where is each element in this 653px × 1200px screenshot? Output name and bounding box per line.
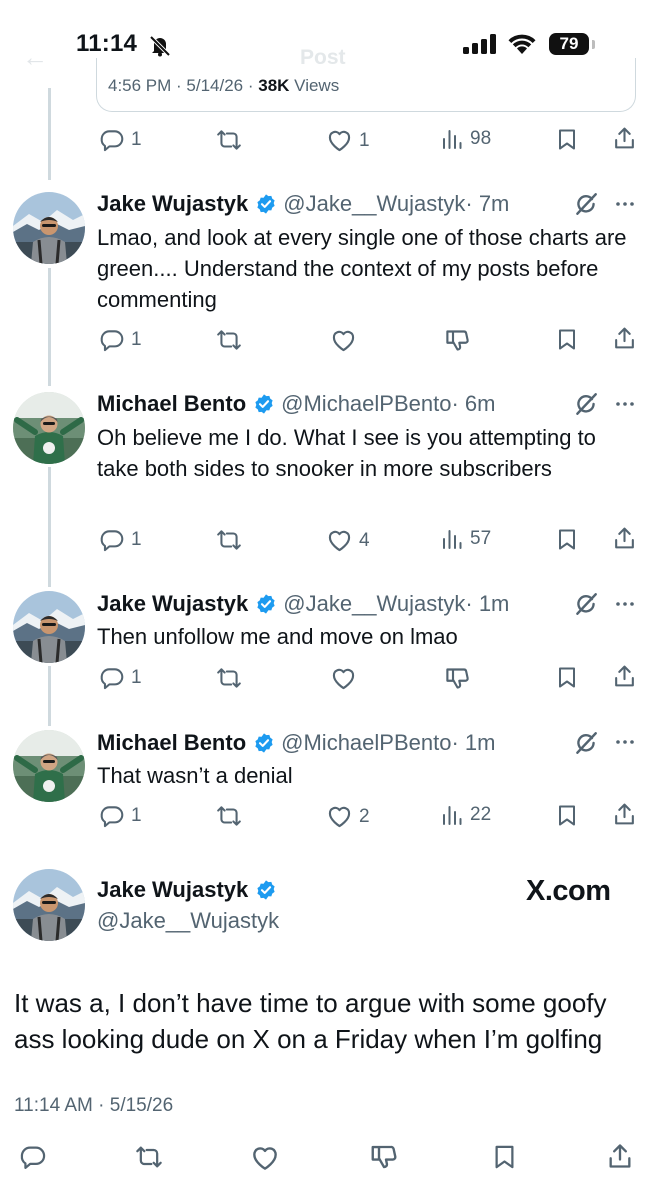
more-options-icon[interactable] [613,392,637,416]
reply-button[interactable]: 1 [99,527,142,553]
share-button[interactable] [612,801,637,827]
verified-badge-icon [253,732,275,754]
back-arrow-icon[interactable]: ← [22,42,48,73]
repost-button[interactable] [216,665,242,691]
post-text: It was a, I don’t have time to argue wit… [14,988,607,1054]
share-button[interactable] [612,325,637,351]
verified-badge-icon [253,393,275,415]
repost-button[interactable] [216,527,242,553]
thread-line [48,88,51,180]
avatar[interactable] [13,192,85,264]
thread-line [48,666,51,726]
author-handle[interactable]: @Jake__Wujastyk [283,591,465,617]
quoted-post-meta: 4:56 PM · 5/14/26 · 38K Views [108,76,340,95]
like-button[interactable] [250,1143,280,1173]
post-time: · 1m [465,591,510,616]
reply-button[interactable] [19,1143,47,1171]
wifi-icon [507,33,537,55]
author-name[interactable]: Jake Wujastyk [97,877,277,903]
bookmark-button[interactable] [555,127,579,152]
author-handle[interactable]: @Jake__Wujastyk [283,191,465,217]
avatar[interactable] [13,591,85,663]
bookmark-button[interactable] [555,527,579,552]
repost-button[interactable] [134,1143,164,1171]
views-button[interactable]: 57 [440,527,491,551]
author-name[interactable]: Michael Bento [97,391,246,417]
reply-button[interactable]: 1 [99,803,142,829]
grok-icon[interactable] [573,191,599,217]
post-text: Oh believe me I do. What I see is you at… [97,425,596,481]
downvote-button[interactable] [444,665,471,692]
downvote-button[interactable] [369,1142,399,1172]
more-options-icon[interactable] [613,192,637,216]
share-button[interactable] [612,125,637,151]
bookmark-button[interactable] [491,1143,518,1171]
battery-indicator: 79 [549,33,589,55]
post-text: Lmao, and look at every single one of th… [97,225,627,312]
like-button[interactable]: 4 [326,527,370,554]
thread-line [48,268,51,386]
x-com-watermark: X.com [526,875,611,907]
like-button[interactable]: 1 [326,127,370,154]
post-time: · 7m [465,191,510,216]
grok-icon[interactable] [573,391,599,417]
reply-button[interactable]: 1 [99,127,142,153]
author-name[interactable]: Jake Wujastyk [97,191,248,217]
author-handle[interactable]: @Jake__Wujastyk [97,908,279,934]
avatar[interactable] [13,392,85,464]
author-handle[interactable]: @MichaelPBento [281,391,451,417]
avatar[interactable] [13,730,85,802]
bookmark-button[interactable] [555,665,579,690]
repost-button[interactable] [216,327,242,353]
grok-icon[interactable] [573,730,599,756]
post-time: · 6m [451,391,496,416]
post-text: Then unfollow me and move on lmao [97,624,458,649]
post-header: Jake Wujastyk @Jake__Wujastyk · 1m [97,591,509,617]
bookmark-button[interactable] [555,327,579,352]
post-text: That wasn’t a denial [97,763,293,788]
repost-button[interactable] [216,127,242,153]
cellular-signal-icon [463,34,497,54]
verified-badge-icon [255,879,277,901]
grok-icon[interactable] [573,591,599,617]
reply-button[interactable]: 1 [99,327,142,353]
battery-tip [592,40,595,49]
share-button[interactable] [606,1141,634,1171]
post-header: Jake Wujastyk @Jake__Wujastyk · 7m [97,191,509,217]
like-button[interactable] [330,665,357,692]
share-button[interactable] [612,525,637,551]
repost-button[interactable] [216,803,242,829]
like-button[interactable]: 2 [326,803,370,830]
author-name[interactable]: Jake Wujastyk [97,591,248,617]
bookmark-button[interactable] [555,803,579,828]
verified-badge-icon [255,593,277,615]
avatar[interactable] [13,869,85,941]
quoted-post-card[interactable]: 4:56 PM · 5/14/26 · 38K Views [96,58,636,112]
post-time: · 1m [451,730,496,755]
more-options-icon[interactable] [613,730,637,754]
views-button[interactable]: 22 [440,803,491,827]
more-options-icon[interactable] [613,592,637,616]
views-button[interactable]: 98 [440,127,491,151]
post-header: Michael Bento @MichaelPBento · 6m [97,391,495,417]
status-time: 11:14 [76,30,138,57]
reply-button[interactable]: 1 [99,665,142,691]
author-handle[interactable]: @MichaelPBento [281,730,451,756]
author-name[interactable]: Michael Bento [97,730,246,756]
like-button[interactable] [330,327,357,354]
verified-badge-icon [255,193,277,215]
share-button[interactable] [612,663,637,689]
silent-bell-icon [148,35,172,57]
thread-line [48,467,51,587]
post-header: Michael Bento @MichaelPBento · 1m [97,730,495,756]
post-timestamp: 11:14 AM · 5/15/26 [14,1095,174,1116]
downvote-button[interactable] [444,327,471,354]
